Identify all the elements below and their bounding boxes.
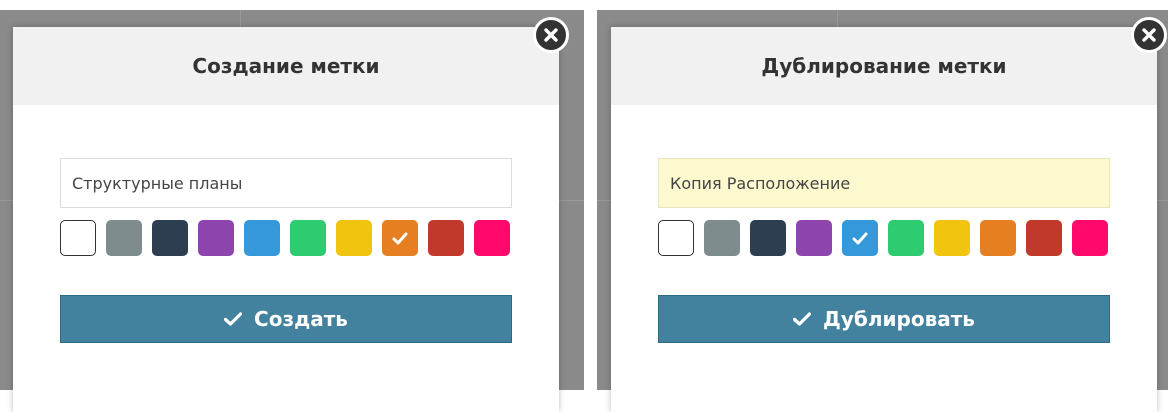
color-swatch[interactable]: [842, 220, 878, 256]
color-swatch[interactable]: [980, 220, 1016, 256]
tag-name-input[interactable]: [658, 158, 1110, 208]
color-swatch[interactable]: [106, 220, 142, 256]
color-swatch[interactable]: [750, 220, 786, 256]
create-tag-dialog: Создание метки Создать: [13, 17, 569, 412]
color-swatch[interactable]: [474, 220, 510, 256]
check-icon: [852, 232, 868, 244]
close-icon[interactable]: [1131, 17, 1167, 53]
duplicate-button-label: Дублировать: [823, 307, 975, 331]
color-swatch[interactable]: [1072, 220, 1108, 256]
check-icon: [793, 312, 812, 326]
color-swatch[interactable]: [382, 220, 418, 256]
color-swatch[interactable]: [336, 220, 372, 256]
color-swatch[interactable]: [888, 220, 924, 256]
create-button-label: Создать: [254, 307, 348, 331]
duplicate-button[interactable]: Дублировать: [658, 295, 1110, 343]
color-picker: [60, 220, 510, 256]
color-swatch[interactable]: [428, 220, 464, 256]
color-swatch[interactable]: [658, 220, 694, 256]
color-swatch[interactable]: [198, 220, 234, 256]
color-swatch[interactable]: [934, 220, 970, 256]
close-icon[interactable]: [533, 17, 569, 53]
check-icon: [224, 312, 243, 326]
color-swatch[interactable]: [1026, 220, 1062, 256]
create-button[interactable]: Создать: [60, 295, 512, 343]
color-picker: [658, 220, 1108, 256]
duplicate-tag-dialog: Дублирование метки Дублировать: [611, 17, 1167, 412]
tag-name-input[interactable]: [60, 158, 512, 208]
dialog-header: Дублирование метки: [611, 27, 1157, 105]
color-swatch[interactable]: [244, 220, 280, 256]
dialog-header: Создание метки: [13, 27, 559, 105]
color-swatch[interactable]: [290, 220, 326, 256]
color-swatch[interactable]: [152, 220, 188, 256]
dialog-title: Дублирование метки: [761, 54, 1007, 78]
dialog-title: Создание метки: [192, 54, 380, 78]
check-icon: [392, 232, 408, 244]
color-swatch[interactable]: [796, 220, 832, 256]
color-swatch[interactable]: [60, 220, 96, 256]
color-swatch[interactable]: [704, 220, 740, 256]
